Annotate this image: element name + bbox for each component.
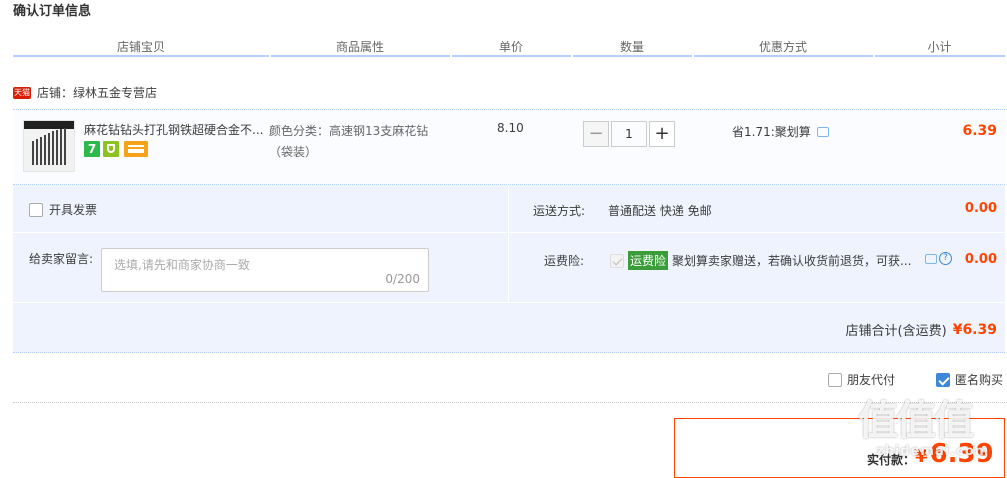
column-header-discount: 优惠方式 xyxy=(758,40,807,54)
insurance-checkbox xyxy=(610,253,624,268)
insurance-fee: 0.00 xyxy=(964,252,997,267)
card-pay-icon[interactable] xyxy=(124,141,148,157)
guarantee-icon[interactable] xyxy=(103,141,119,157)
shop-total-amount: ¥6.39 xyxy=(952,321,997,338)
invoice-checkbox[interactable] xyxy=(29,202,43,217)
header-underline xyxy=(875,55,1005,57)
header-underline xyxy=(573,55,692,57)
friend-pay-label: 朋友代付 xyxy=(847,373,896,387)
header-underline xyxy=(452,55,571,57)
anonymous-purchase-checkbox[interactable] xyxy=(936,372,950,387)
anonymous-purchase-label: 匿名购买 xyxy=(955,373,1004,387)
column-header-attributes: 商品属性 xyxy=(335,40,384,54)
shipping-fee: 0.00 xyxy=(964,201,997,216)
seven-day-return-icon[interactable]: 7 xyxy=(84,141,100,157)
discount-info: 省1.71:聚划算 xyxy=(732,123,829,140)
header-underline xyxy=(694,55,873,57)
watermark-url: zhidemai.com xyxy=(876,444,990,459)
invoice-label: 开具发票 xyxy=(49,203,98,217)
column-header-subtotal: 小计 xyxy=(927,40,952,54)
friend-pay-option[interactable]: 朋友代付 xyxy=(828,371,895,388)
item-subtotal: 6.39 xyxy=(962,123,997,139)
seller-message-input[interactable]: 选填,请先和商家协商一致 0/200 xyxy=(101,248,429,292)
product-attributes: 颜色分类：高速钢13支麻花钻 （袋装） xyxy=(269,121,428,163)
watermark-logo: 值值值 xyxy=(858,398,974,444)
divider xyxy=(508,185,509,302)
page-title: 确认订单信息 xyxy=(13,4,92,19)
shop-name-link[interactable]: 店铺：绿林五金专营店 xyxy=(37,84,157,101)
column-header-shop-item: 店铺宝贝 xyxy=(116,40,165,54)
insurance-option: 运费险 聚划算卖家赠送，若确认收货前退货，可获... xyxy=(610,251,911,270)
quantity-stepper: − 1 + xyxy=(583,121,675,147)
decrease-quantity-button[interactable]: − xyxy=(583,121,609,147)
message-placeholder: 选填,请先和商家协商一致 xyxy=(114,258,250,272)
divider xyxy=(13,232,1005,233)
quantity-input[interactable]: 1 xyxy=(611,121,647,147)
attr-line: （袋装） xyxy=(269,145,318,159)
shipping-label: 运送方式: xyxy=(533,204,586,218)
attr-line: 颜色分类：高速钢13支麻花钻 xyxy=(269,124,429,138)
header-underline xyxy=(271,55,450,57)
shipping-method[interactable]: 普通配送 快递 免邮 xyxy=(608,202,712,219)
chat-icon[interactable] xyxy=(816,126,829,137)
help-icon[interactable]: ? xyxy=(939,252,952,265)
product-thumbnail[interactable] xyxy=(23,120,75,172)
increase-quantity-button[interactable]: + xyxy=(649,121,675,147)
tmall-icon: 天猫 xyxy=(13,86,31,99)
column-header-quantity: 数量 xyxy=(619,40,644,54)
divider xyxy=(13,402,1005,403)
column-header-unit-price: 单价 xyxy=(498,40,523,54)
header-underline xyxy=(13,55,269,57)
discount-text: 省1.71:聚划算 xyxy=(732,125,811,139)
insurance-tag: 运费险 xyxy=(628,251,669,270)
product-title-link[interactable]: 麻花钻钻头打孔钢铁超硬合金不... xyxy=(84,121,266,138)
shop-row: 天猫 店铺：绿林五金专营店 xyxy=(13,84,157,101)
anonymous-purchase-option[interactable]: 匿名购买 xyxy=(936,371,1003,388)
insurance-description: 聚划算卖家赠送，若确认收货前退货，可获... xyxy=(672,254,912,268)
invoice-option[interactable]: 开具发票 xyxy=(29,201,97,218)
insurance-help: ? xyxy=(925,252,952,265)
shop-total-label: 店铺合计(含运费) xyxy=(845,324,947,339)
unit-price: 8.10 xyxy=(497,121,524,135)
insurance-label: 运费险: xyxy=(544,254,585,268)
message-label: 给卖家留言: xyxy=(29,252,94,266)
order-options-panel: 开具发票 运送方式: 普通配送 快递 免邮 0.00 给卖家留言: 选填,请先和… xyxy=(13,185,1005,353)
order-item-row: 麻花钻钻头打孔钢铁超硬合金不... 7 颜色分类：高速钢13支麻花钻 （袋装） … xyxy=(13,109,1005,185)
message-char-counter: 0/200 xyxy=(385,272,420,286)
shop-total: 店铺合计(含运费) ¥6.39 xyxy=(845,320,997,340)
chat-icon[interactable] xyxy=(925,253,937,264)
divider xyxy=(13,302,1005,303)
friend-pay-checkbox[interactable] xyxy=(828,372,842,387)
